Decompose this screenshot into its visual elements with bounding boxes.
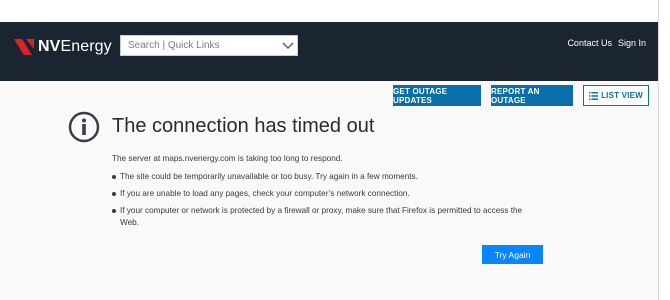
list-item: If you are unable to load any pages, che… [112, 188, 542, 200]
nv-energy-logo[interactable]: NVEnergy [14, 34, 112, 60]
nv-energy-logo-mark-icon [14, 36, 36, 58]
list-item: The site could be temporarily unavailabl… [112, 171, 542, 183]
header-links: Contact Us Sign In [567, 38, 646, 48]
list-view-button[interactable]: LIST VIEW [583, 85, 649, 106]
site-header: NVEnergy Search | Quick Links Contact Us… [0, 22, 658, 81]
list-icon [589, 91, 599, 100]
main-content: GET OUTAGE UPDATES REPORT AN OUTAGE LIST… [0, 81, 658, 300]
error-suggestions: The site could be temporarily unavailabl… [112, 171, 542, 234]
error-description: The server at maps.nvenergy.com is takin… [112, 154, 343, 163]
browser-top-strip [0, 0, 670, 22]
error-title: The connection has timed out [112, 115, 375, 137]
logo-text: NVEnergy [38, 38, 112, 56]
window-right-edge [658, 0, 670, 300]
list-view-label: LIST VIEW [601, 91, 643, 100]
try-again-button[interactable]: Try Again [482, 245, 543, 264]
quick-links-search[interactable]: Search | Quick Links [120, 35, 298, 56]
logo-text-rest: Energy [60, 38, 112, 55]
contact-us-link[interactable]: Contact Us [567, 38, 612, 48]
list-item: If your computer or network is protected… [112, 205, 542, 229]
logo-text-bold: NV [38, 38, 61, 55]
report-outage-button[interactable]: REPORT AN OUTAGE [491, 85, 573, 106]
sign-in-link[interactable]: Sign In [618, 38, 646, 48]
chevron-down-icon[interactable] [279, 35, 297, 56]
search-input[interactable]: Search | Quick Links [121, 40, 279, 51]
info-icon [68, 111, 100, 143]
get-outage-updates-button[interactable]: GET OUTAGE UPDATES [393, 85, 481, 106]
